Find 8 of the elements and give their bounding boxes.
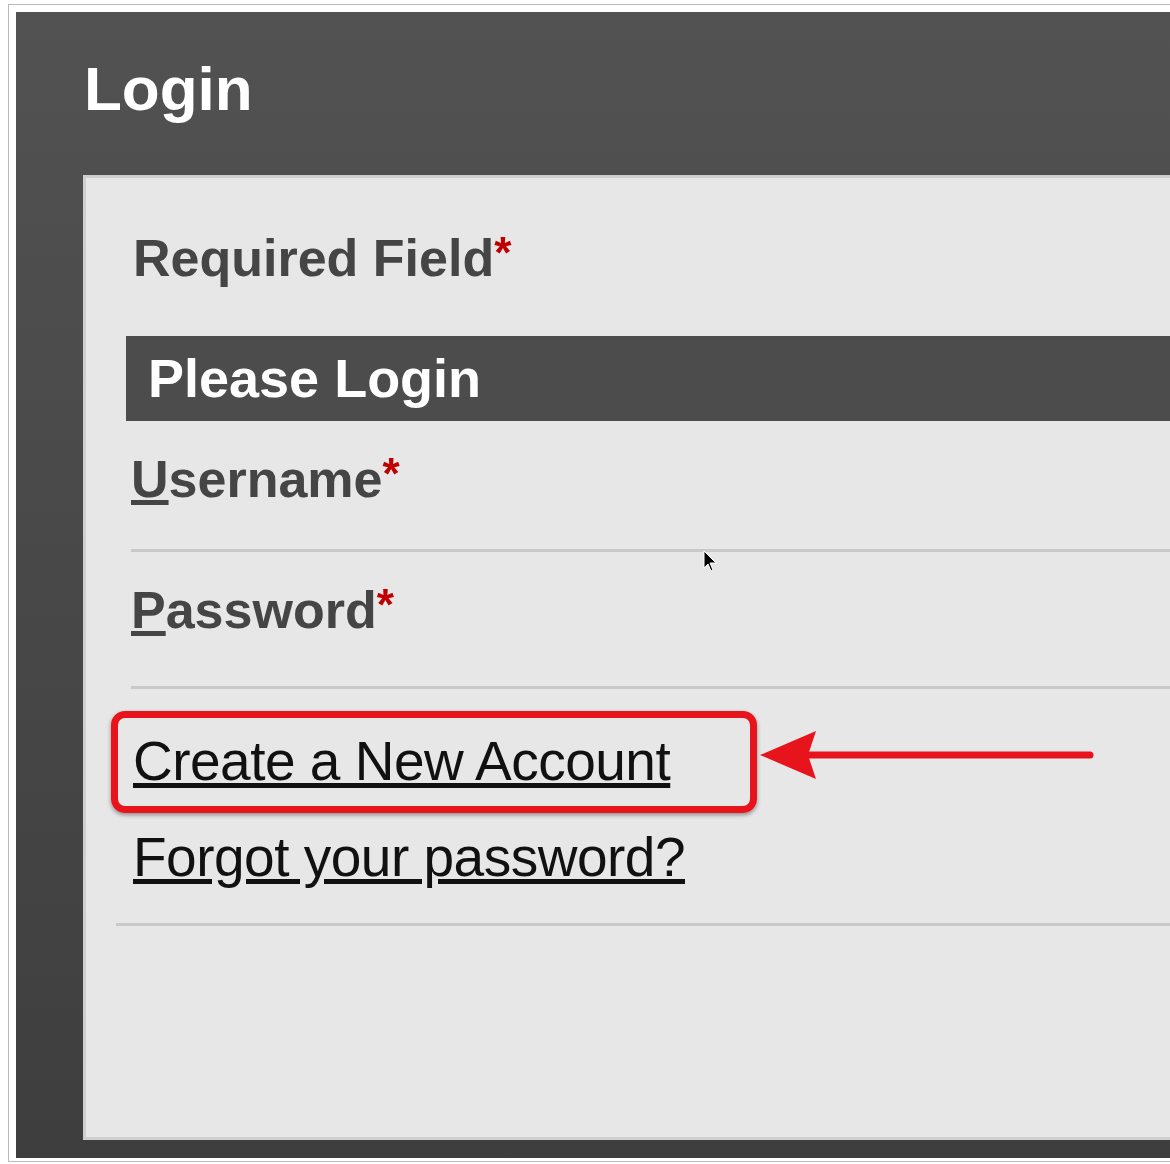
required-note: Required Field* [132, 228, 513, 289]
window-title: Login [83, 53, 254, 125]
field-label: Username* [131, 450, 400, 508]
field-label: Password* [131, 581, 394, 639]
link[interactable]: Create a New Account [133, 730, 671, 792]
section-header: Please Login [126, 336, 1170, 421]
cursor-icon [703, 550, 717, 572]
link[interactable]: Forgot your password? [133, 826, 685, 888]
